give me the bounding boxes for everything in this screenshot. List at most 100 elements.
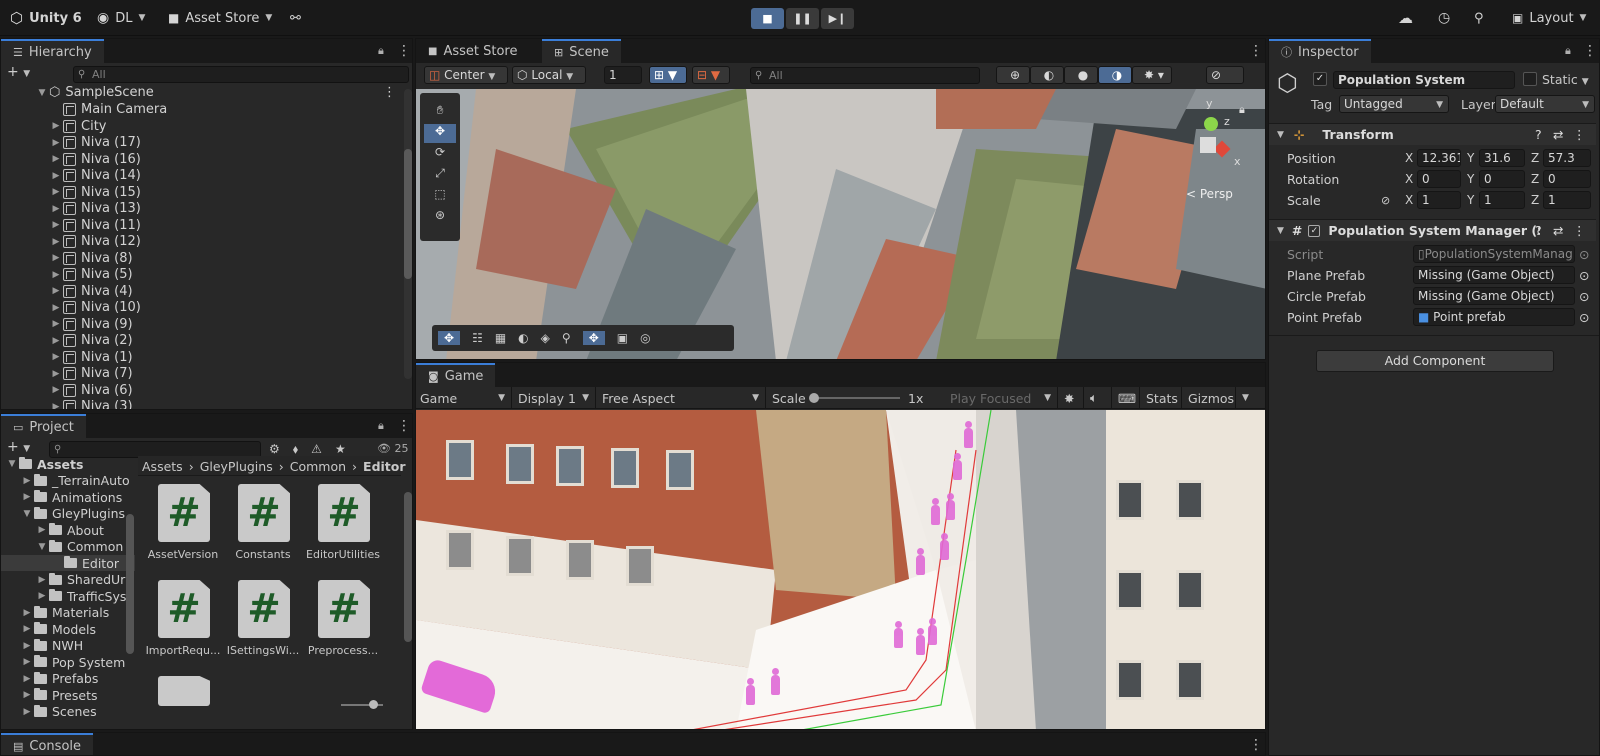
expand-arrow-icon[interactable]: ▶ — [20, 476, 34, 486]
expand-arrow-icon[interactable]: ▶ — [49, 402, 63, 410]
aspect-dropdown[interactable]: Free Aspect ▼ — [598, 387, 766, 409]
project-folder-item[interactable]: ▼ GleyPlugins — [1, 506, 135, 522]
expand-arrow-icon[interactable]: ▶ — [49, 253, 63, 263]
project-folder-item[interactable]: ▶ NWH — [1, 638, 135, 654]
game-mode-dropdown[interactable]: Game ▼ — [416, 387, 512, 409]
game-viewport[interactable] — [416, 410, 1265, 729]
expand-arrow-icon[interactable]: ▶ — [20, 657, 34, 667]
hierarchy-item[interactable]: ▶ Niva (4) — [1, 283, 401, 300]
asset-grid-scrollbar[interactable] — [404, 482, 412, 706]
grid-icon[interactable]: ▦ — [495, 331, 506, 345]
kebab-menu-icon[interactable]: ⋮ — [1249, 737, 1263, 753]
tab-project[interactable]: ▭ Project — [1, 414, 86, 438]
tab-asset-store[interactable]: ■ Asset Store — [416, 39, 530, 63]
tag-dropdown[interactable]: Untagged ▼ — [1339, 95, 1449, 113]
scale-y-field[interactable]: 1 — [1479, 191, 1525, 209]
rotation-z-field[interactable]: 0 — [1543, 170, 1591, 188]
space-dropdown[interactable]: ⬡ Local ▼ — [512, 66, 586, 84]
project-folder-item[interactable]: ▶ SharedUr — [1, 572, 135, 588]
draw-mode-shaded-wire[interactable]: ◐ — [1030, 66, 1064, 84]
kebab-menu-icon[interactable]: ⋮ — [1583, 43, 1597, 59]
hierarchy-item[interactable]: ▶ Niva (8) — [1, 250, 401, 267]
hierarchy-item[interactable]: ▶ Niva (11) — [1, 217, 401, 234]
draw-mode-shaded[interactable]: ● — [1064, 66, 1098, 84]
expand-arrow-icon[interactable]: ▶ — [49, 286, 63, 296]
layer-dropdown[interactable]: Default ▼ — [1495, 95, 1595, 113]
expand-arrow-icon[interactable]: ▶ — [49, 171, 63, 181]
hierarchy-item[interactable]: ▶ Niva (1) — [1, 349, 401, 366]
constrain-proportions-icon[interactable]: ⊘ — [1381, 194, 1390, 207]
expand-arrow-icon[interactable]: ▶ — [20, 674, 34, 684]
pause-button[interactable]: ❚❚ — [786, 8, 819, 29]
hierarchy-item[interactable]: ▶ Niva (13) — [1, 200, 401, 217]
scale-slider[interactable] — [809, 393, 900, 403]
debug-dropdown[interactable]: ✸ ▾ — [1132, 66, 1172, 84]
lock-icon[interactable]: 🔒︎ — [378, 419, 384, 433]
expand-arrow-icon[interactable]: ▶ — [49, 303, 63, 313]
project-folder-item[interactable]: ▶ Materials — [1, 605, 135, 621]
project-folder-item[interactable]: Editor — [1, 555, 135, 571]
object-picker-icon[interactable]: ⊙ — [1579, 268, 1589, 283]
kebab-menu-icon[interactable]: ⋮ — [1573, 127, 1586, 142]
plane-prefab-field[interactable]: Missing (Game Object) — [1413, 266, 1575, 284]
asset-item[interactable]: # AssetVersion — [138, 478, 220, 568]
rotation-x-field[interactable]: 0 — [1417, 170, 1461, 188]
breadcrumb-item[interactable]: Assets — [142, 459, 183, 474]
hierarchy-item[interactable]: ▶ Niva (3) — [1, 398, 401, 410]
transform-tool-icon[interactable]: ⊛ — [424, 208, 456, 227]
asset-item[interactable]: # ISettingsWi... — [218, 574, 300, 664]
tab-game[interactable]: ◙ Game — [416, 363, 496, 387]
expand-arrow-icon[interactable]: ▶ — [35, 591, 49, 601]
rotate-tool-icon[interactable]: ⟳ — [424, 145, 456, 164]
breadcrumb-item[interactable]: Editor — [363, 459, 406, 474]
display-dropdown[interactable]: Display 1 ▼ — [514, 387, 596, 409]
draw-mode-wireframe[interactable]: ⊕ — [996, 66, 1030, 84]
hierarchy-item[interactable]: ▶ Niva (14) — [1, 167, 401, 184]
scene-row[interactable]: ▼ ⬡ SampleScene ⋮ — [1, 84, 401, 101]
hierarchy-item[interactable]: ▶ Niva (9) — [1, 316, 401, 333]
presets-icon[interactable]: ⇄ — [1553, 223, 1563, 238]
help-icon[interactable]: ? — [1535, 223, 1542, 238]
object-name-field[interactable]: Population System — [1333, 71, 1515, 89]
expand-arrow-icon[interactable]: ▼ — [35, 542, 49, 552]
expand-arrow-icon[interactable]: ▶ — [49, 187, 63, 197]
rect-tool-icon[interactable]: ⬚ — [424, 187, 456, 206]
transform-header[interactable]: ▼ ⊹ Transform ? ⇄ ⋮ — [1269, 123, 1596, 145]
expand-arrow-icon[interactable]: ▶ — [35, 575, 49, 585]
kebab-menu-icon[interactable]: ⋮ — [397, 418, 411, 434]
expand-arrow-icon[interactable]: ▶ — [49, 204, 63, 214]
folder-tree-scrollbar[interactable] — [126, 514, 134, 654]
expand-arrow-icon[interactable]: ▼ — [20, 509, 34, 519]
expand-arrow-icon[interactable]: ▶ — [35, 525, 49, 535]
scene-viewport[interactable]: ✋︎ ✥ ⟳ ⤢ ⬚ ⊛ ✥ ☷ ▦ ◐ ◈ ⚲ ✥ ▣ ◎ y z x < P… — [416, 89, 1265, 359]
kebab-menu-icon[interactable]: ⋮ — [383, 85, 396, 100]
project-folder-item[interactable]: ▶ Models — [1, 621, 135, 637]
hierarchy-item[interactable]: ▶ Niva (5) — [1, 266, 401, 283]
scene-search-input[interactable]: ⚲ All — [750, 67, 980, 84]
pivot-dropdown[interactable]: ◫ Center ▼ — [424, 66, 508, 84]
breadcrumb-item[interactable]: Common — [290, 459, 346, 474]
active-checkbox[interactable]: ✓ — [1313, 72, 1327, 86]
label-icon[interactable]: ⬧ — [293, 442, 298, 457]
hierarchy-item[interactable]: ▶ Niva (17) — [1, 134, 401, 151]
camera-icon[interactable]: ▣ — [617, 331, 628, 345]
expand-arrow-icon[interactable]: ▶ — [49, 336, 63, 346]
kebab-menu-icon[interactable]: ⋮ — [397, 43, 411, 59]
expand-arrow-icon[interactable]: ▶ — [20, 624, 34, 634]
lock-icon[interactable]: 🔒︎ — [378, 44, 384, 58]
hierarchy-item[interactable]: ▶ Niva (7) — [1, 365, 401, 382]
object-picker-icon[interactable]: ⊙ — [1579, 289, 1589, 304]
gizmos-button[interactable]: Gizmos — [1184, 387, 1236, 409]
version-control-button[interactable]: ⚯ — [290, 9, 301, 27]
expand-arrow-icon[interactable]: ▶ — [49, 237, 63, 247]
project-folder-item[interactable]: ▶ Animations — [1, 489, 135, 505]
asset-item[interactable]: # EditorUtilities — [298, 478, 380, 568]
add-button[interactable]: + ▼ — [7, 64, 30, 80]
icon-size-slider[interactable] — [341, 700, 383, 709]
expand-arrow-icon[interactable]: ▶ — [20, 690, 34, 700]
expand-arrow-icon[interactable]: ▶ — [49, 352, 63, 362]
project-folder-item[interactable]: ▶ Scenes — [1, 704, 135, 720]
draw-mode-lit[interactable]: ◑ — [1098, 66, 1132, 84]
asset-item[interactable]: # ImportRequ... — [138, 574, 220, 664]
scale-tool-icon[interactable]: ⤢ — [424, 166, 456, 185]
